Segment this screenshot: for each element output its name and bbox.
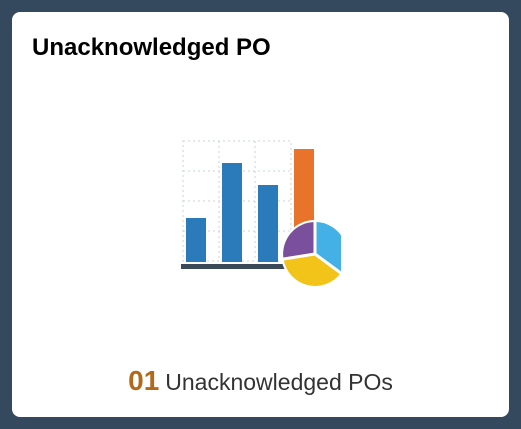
count-badge: 01: [128, 365, 160, 396]
unacknowledged-po-tile[interactable]: Unacknowledged PO 01 Unacknowledged POs: [12, 12, 509, 417]
count-label: Unacknowledged POs: [165, 369, 393, 395]
tile-title: Unacknowledged PO: [32, 34, 271, 61]
bar-and-pie-chart-icon: [181, 121, 341, 291]
tile-count-summary: 01 Unacknowledged POs: [12, 367, 509, 395]
